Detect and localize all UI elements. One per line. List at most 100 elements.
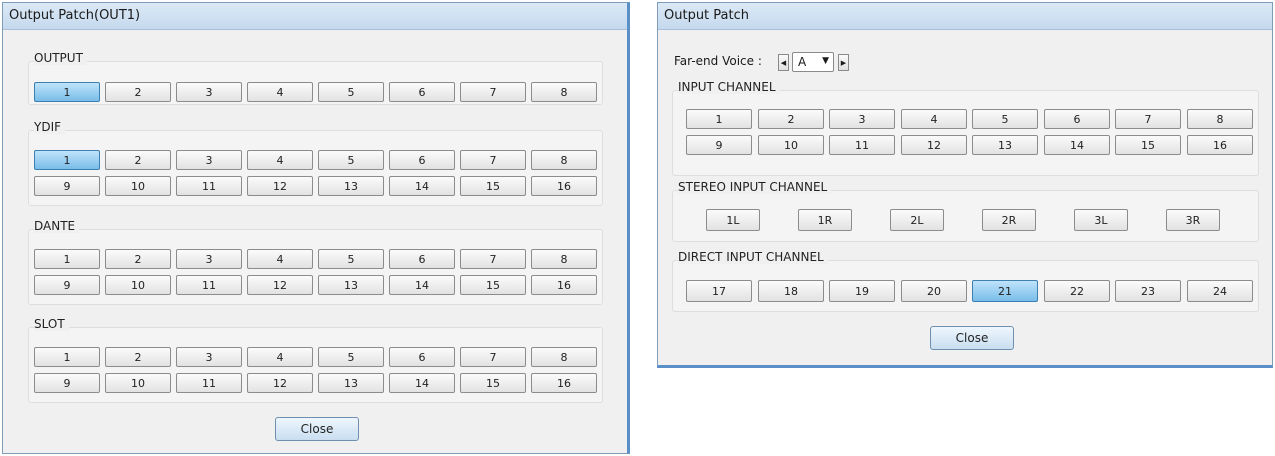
input-channel-button-12[interactable]: 12 xyxy=(901,135,967,155)
slot-button-12[interactable]: 12 xyxy=(247,373,313,393)
direct-input-channel-button-20[interactable]: 20 xyxy=(901,280,967,302)
dante-button-10[interactable]: 10 xyxy=(105,275,171,295)
direct-input-channel-button-22[interactable]: 22 xyxy=(1044,280,1110,302)
input-channel-button-7[interactable]: 7 xyxy=(1115,109,1181,129)
input-channel-button-1[interactable]: 1 xyxy=(686,109,752,129)
input-channel-button-4[interactable]: 4 xyxy=(901,109,967,129)
ydif-button-10[interactable]: 10 xyxy=(105,176,171,196)
dante-button-8[interactable]: 8 xyxy=(531,249,597,269)
ydif-button-4[interactable]: 4 xyxy=(247,150,313,170)
dante-button-3[interactable]: 3 xyxy=(176,249,242,269)
input-channel-button-9[interactable]: 9 xyxy=(686,135,752,155)
input-channel-button-16[interactable]: 16 xyxy=(1187,135,1253,155)
dialog-title: Output Patch(OUT1) xyxy=(3,3,627,30)
slot-button-8[interactable]: 8 xyxy=(531,347,597,367)
output-button-1[interactable]: 1 xyxy=(34,82,100,102)
slot-button-10[interactable]: 10 xyxy=(105,373,171,393)
input-channel-button-6[interactable]: 6 xyxy=(1044,109,1110,129)
dante-button-12[interactable]: 12 xyxy=(247,275,313,295)
input-channel-button-13[interactable]: 13 xyxy=(972,135,1038,155)
slot-button-9[interactable]: 9 xyxy=(34,373,100,393)
dante-button-2[interactable]: 2 xyxy=(105,249,171,269)
slot-button-14[interactable]: 14 xyxy=(389,373,455,393)
output-button-7[interactable]: 7 xyxy=(460,82,526,102)
far-end-voice-select[interactable]: A ▼ xyxy=(792,52,834,72)
dante-button-14[interactable]: 14 xyxy=(389,275,455,295)
ydif-button-7[interactable]: 7 xyxy=(460,150,526,170)
input-channel-button-14[interactable]: 14 xyxy=(1044,135,1110,155)
close-button[interactable]: Close xyxy=(275,417,359,441)
direct-input-channel-button-23[interactable]: 23 xyxy=(1115,280,1181,302)
dante-button-6[interactable]: 6 xyxy=(389,249,455,269)
direct-input-channel-button-18[interactable]: 18 xyxy=(758,280,824,302)
ydif-button-13[interactable]: 13 xyxy=(318,176,384,196)
ydif-button-15[interactable]: 15 xyxy=(460,176,526,196)
slot-button-5[interactable]: 5 xyxy=(318,347,384,367)
far-end-voice-value: A xyxy=(798,55,807,69)
stereo-input-channel-button-1l[interactable]: 1L xyxy=(706,209,760,231)
slot-button-11[interactable]: 11 xyxy=(176,373,242,393)
stereo-input-channel-button-1r[interactable]: 1R xyxy=(798,209,852,231)
ydif-button-16[interactable]: 16 xyxy=(531,176,597,196)
direct-input-channel-button-24[interactable]: 24 xyxy=(1187,280,1253,302)
slot-button-2[interactable]: 2 xyxy=(105,347,171,367)
stereo-input-channel-label: STEREO INPUT CHANNEL xyxy=(678,180,832,194)
slot-button-16[interactable]: 16 xyxy=(531,373,597,393)
slot-button-3[interactable]: 3 xyxy=(176,347,242,367)
dante-button-16[interactable]: 16 xyxy=(531,275,597,295)
input-channel-button-2[interactable]: 2 xyxy=(758,109,824,129)
chevron-down-icon: ▼ xyxy=(822,56,829,66)
dante-button-5[interactable]: 5 xyxy=(318,249,384,269)
ydif-button-8[interactable]: 8 xyxy=(531,150,597,170)
ydif-button-6[interactable]: 6 xyxy=(389,150,455,170)
arrow-left-icon[interactable]: ◀ xyxy=(778,54,789,71)
ydif-button-2[interactable]: 2 xyxy=(105,150,171,170)
slot-button-1[interactable]: 1 xyxy=(34,347,100,367)
arrow-right-icon[interactable]: ▶ xyxy=(838,54,849,71)
dante-button-15[interactable]: 15 xyxy=(460,275,526,295)
input-channel-button-3[interactable]: 3 xyxy=(829,109,895,129)
dante-button-1[interactable]: 1 xyxy=(34,249,100,269)
ydif-button-11[interactable]: 11 xyxy=(176,176,242,196)
direct-input-channel-label: DIRECT INPUT CHANNEL xyxy=(678,250,828,264)
ydif-button-14[interactable]: 14 xyxy=(389,176,455,196)
ydif-button-3[interactable]: 3 xyxy=(176,150,242,170)
slot-button-6[interactable]: 6 xyxy=(389,347,455,367)
ydif-button-9[interactable]: 9 xyxy=(34,176,100,196)
output-patch-out1-dialog: Output Patch(OUT1) OUTPUT 1 2 3 4 5 6 7 8 YDIF 1 2 3… xyxy=(2,2,630,454)
input-channel-button-11[interactable]: 11 xyxy=(829,135,895,155)
slot-button-4[interactable]: 4 xyxy=(247,347,313,367)
direct-input-channel-button-17[interactable]: 17 xyxy=(686,280,752,302)
dante-button-9[interactable]: 9 xyxy=(34,275,100,295)
stereo-input-channel-button-3r[interactable]: 3R xyxy=(1166,209,1220,231)
direct-input-channel-button-21[interactable]: 21 xyxy=(972,280,1038,302)
input-channel-button-8[interactable]: 8 xyxy=(1187,109,1253,129)
ydif-button-12[interactable]: 12 xyxy=(247,176,313,196)
dialog-title: Output Patch xyxy=(658,3,1272,30)
ydif-button-5[interactable]: 5 xyxy=(318,150,384,170)
dante-button-7[interactable]: 7 xyxy=(460,249,526,269)
input-channel-button-15[interactable]: 15 xyxy=(1115,135,1181,155)
dante-button-11[interactable]: 11 xyxy=(176,275,242,295)
output-button-2[interactable]: 2 xyxy=(105,82,171,102)
far-end-voice-label: Far-end Voice : xyxy=(674,54,762,68)
stereo-input-channel-button-2r[interactable]: 2R xyxy=(982,209,1036,231)
slot-button-13[interactable]: 13 xyxy=(318,373,384,393)
slot-button-7[interactable]: 7 xyxy=(460,347,526,367)
input-channel-label: INPUT CHANNEL xyxy=(678,80,780,94)
dante-button-13[interactable]: 13 xyxy=(318,275,384,295)
direct-input-channel-button-19[interactable]: 19 xyxy=(829,280,895,302)
stereo-input-channel-button-2l[interactable]: 2L xyxy=(890,209,944,231)
output-button-6[interactable]: 6 xyxy=(389,82,455,102)
ydif-button-1[interactable]: 1 xyxy=(34,150,100,170)
dante-button-4[interactable]: 4 xyxy=(247,249,313,269)
output-button-3[interactable]: 3 xyxy=(176,82,242,102)
input-channel-button-10[interactable]: 10 xyxy=(758,135,824,155)
output-button-8[interactable]: 8 xyxy=(531,82,597,102)
stereo-input-channel-button-3l[interactable]: 3L xyxy=(1074,209,1128,231)
slot-button-15[interactable]: 15 xyxy=(460,373,526,393)
output-button-5[interactable]: 5 xyxy=(318,82,384,102)
input-channel-button-5[interactable]: 5 xyxy=(972,109,1038,129)
close-button[interactable]: Close xyxy=(930,326,1014,350)
output-button-4[interactable]: 4 xyxy=(247,82,313,102)
